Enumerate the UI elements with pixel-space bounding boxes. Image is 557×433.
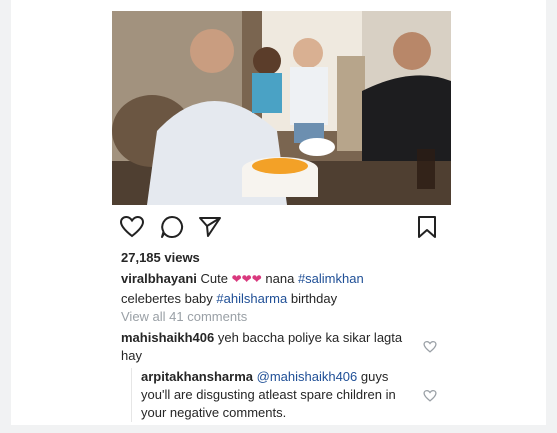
hashtag-link[interactable]: #ahilsharma xyxy=(216,291,287,306)
comment-username[interactable]: mahishaikh406 xyxy=(121,330,214,345)
reply-comment: arpitakhansharma @mahishaikh406 guys you… xyxy=(131,368,421,422)
view-count: 27,185 views xyxy=(121,250,200,265)
action-bar xyxy=(119,214,441,240)
caption-text: nana xyxy=(265,271,295,286)
mention-link[interactable]: @mahishaikh406 xyxy=(257,369,358,384)
comment-like-button[interactable] xyxy=(423,340,437,354)
send-icon xyxy=(199,217,221,237)
video-frame-illustration xyxy=(112,11,451,205)
reply-like-button[interactable] xyxy=(423,389,437,403)
caption-username[interactable]: viralbhayani xyxy=(121,271,197,286)
caption-text: birthday xyxy=(290,291,338,306)
caption-text: celebertes baby xyxy=(121,291,213,306)
caption-text: Cute xyxy=(200,271,228,286)
view-all-comments-link[interactable]: View all 41 comments xyxy=(121,309,247,324)
comment-icon xyxy=(161,215,184,238)
hashtag-link[interactable]: #salimkhan xyxy=(298,271,364,286)
heart-outline-icon xyxy=(423,389,437,402)
heart-emoji: ❤❤❤ xyxy=(231,272,262,286)
comment-button[interactable] xyxy=(159,214,185,240)
post-video[interactable] xyxy=(112,11,451,205)
comment: mahishaikh406 yeh baccha poliye ka sikar… xyxy=(121,329,411,365)
save-button[interactable] xyxy=(415,214,439,240)
reply-username[interactable]: arpitakhansharma xyxy=(141,369,253,384)
bookmark-icon xyxy=(418,216,436,238)
like-button[interactable] xyxy=(119,214,145,240)
heart-outline-icon xyxy=(423,340,437,353)
post-caption: viralbhayani Cute ❤❤❤ nana #salimkhan ce… xyxy=(121,269,441,308)
share-button[interactable] xyxy=(197,214,223,240)
heart-icon xyxy=(119,215,145,238)
